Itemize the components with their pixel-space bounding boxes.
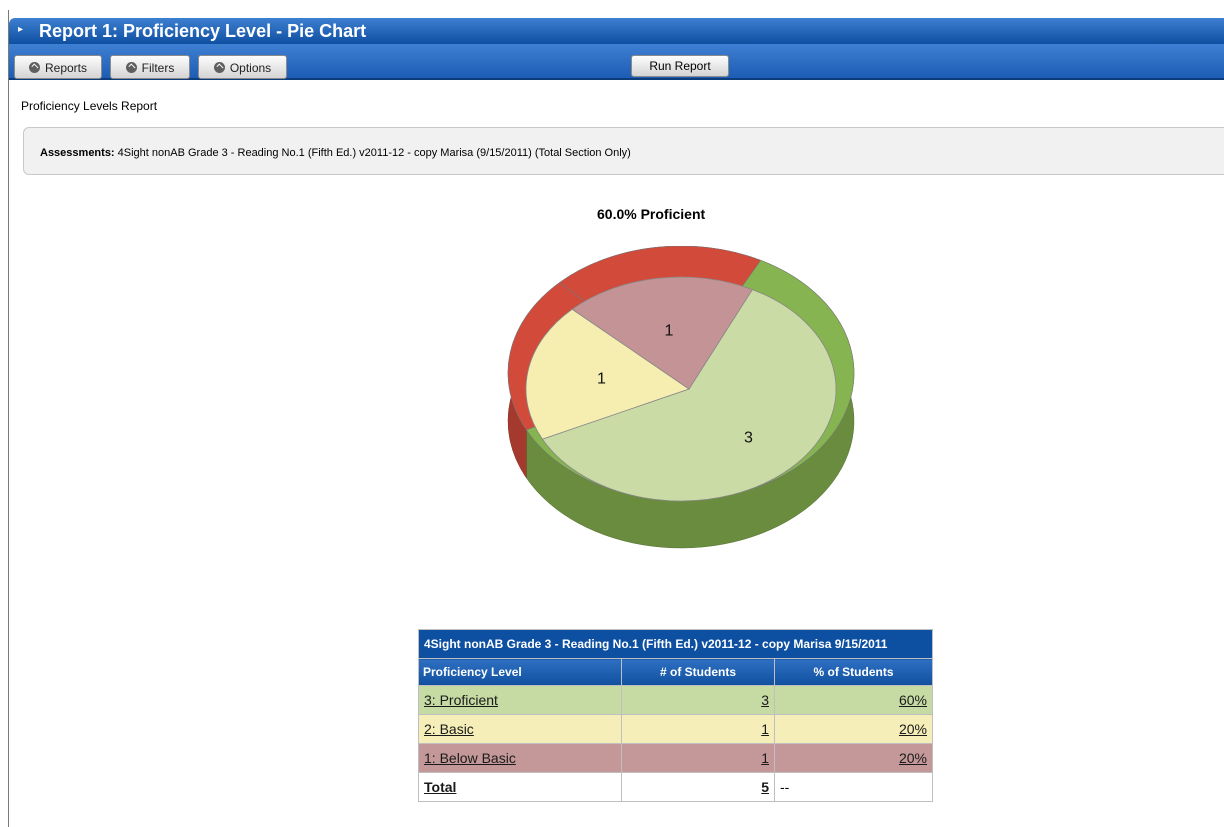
report-title: Report 1: Proficiency Level - Pie Chart xyxy=(39,21,367,41)
count-link[interactable]: 3 xyxy=(761,692,769,708)
filters-button-label: Filters xyxy=(141,61,175,75)
expand-arrow-icon[interactable]: ▸ xyxy=(18,24,23,35)
chart-title-value: 60.0% xyxy=(597,206,637,222)
collapse-icon xyxy=(28,62,40,73)
proficiency-pie-chart: 3 1 1 xyxy=(507,246,855,549)
filters-button[interactable]: Filters xyxy=(110,55,190,79)
options-button-label: Options xyxy=(229,61,272,75)
report-title-bar[interactable]: ▸ Report 1: Proficiency Level - Pie Char… xyxy=(9,18,1224,44)
total-count-link[interactable]: 5 xyxy=(761,779,769,795)
assessments-value: 4Sight nonAB Grade 3 - Reading No.1 (Fif… xyxy=(117,147,631,159)
table-caption: 4Sight nonAB Grade 3 - Reading No.1 (Fif… xyxy=(418,629,933,659)
report-name: Proficiency Levels Report xyxy=(21,99,158,113)
level-link[interactable]: 1: Below Basic xyxy=(424,750,516,766)
toolbar: Reports Filters Options Run Report xyxy=(9,44,1224,80)
percent-link[interactable]: 20% xyxy=(899,721,927,737)
table-row: 2: Basic 1 20% xyxy=(418,714,933,744)
level-link[interactable]: 2: Basic xyxy=(424,721,474,737)
assessments-panel: Assessments: 4Sight nonAB Grade 3 - Read… xyxy=(23,127,1224,175)
percent-link[interactable]: 60% xyxy=(899,692,927,708)
collapse-icon xyxy=(125,62,137,73)
total-label[interactable]: Total xyxy=(424,779,456,795)
pie-value-label: 1 xyxy=(664,323,673,340)
pie-value-label: 1 xyxy=(597,371,606,388)
level-link[interactable]: 3: Proficient xyxy=(424,692,498,708)
options-button[interactable]: Options xyxy=(198,55,287,79)
total-percent: -- xyxy=(780,779,790,795)
count-link[interactable]: 1 xyxy=(761,721,769,737)
table-row: 1: Below Basic 1 20% xyxy=(418,743,933,773)
column-header-count: # of Students xyxy=(621,658,775,686)
run-report-button[interactable]: Run Report xyxy=(631,55,729,77)
percent-link[interactable]: 20% xyxy=(899,750,927,766)
reports-button-label: Reports xyxy=(44,61,88,75)
collapse-icon xyxy=(213,62,225,73)
report-window: ▸ Report 1: Proficiency Level - Pie Char… xyxy=(8,10,1224,827)
table-total-row: Total 5 -- xyxy=(418,772,933,802)
reports-button[interactable]: Reports xyxy=(14,55,102,79)
table-row: 3: Proficient 3 60% xyxy=(418,685,933,715)
count-link[interactable]: 1 xyxy=(761,750,769,766)
chart-title-label: Proficient xyxy=(640,206,706,222)
proficiency-table: 4Sight nonAB Grade 3 - Reading No.1 (Fif… xyxy=(418,629,933,802)
assessments-label: Assessments: xyxy=(40,147,115,159)
column-header-percent: % of Students xyxy=(774,658,933,686)
column-header-level: Proficiency Level xyxy=(418,658,622,686)
chart-title: 60.0% Proficient xyxy=(597,206,705,222)
pie-value-label: 3 xyxy=(744,430,753,447)
